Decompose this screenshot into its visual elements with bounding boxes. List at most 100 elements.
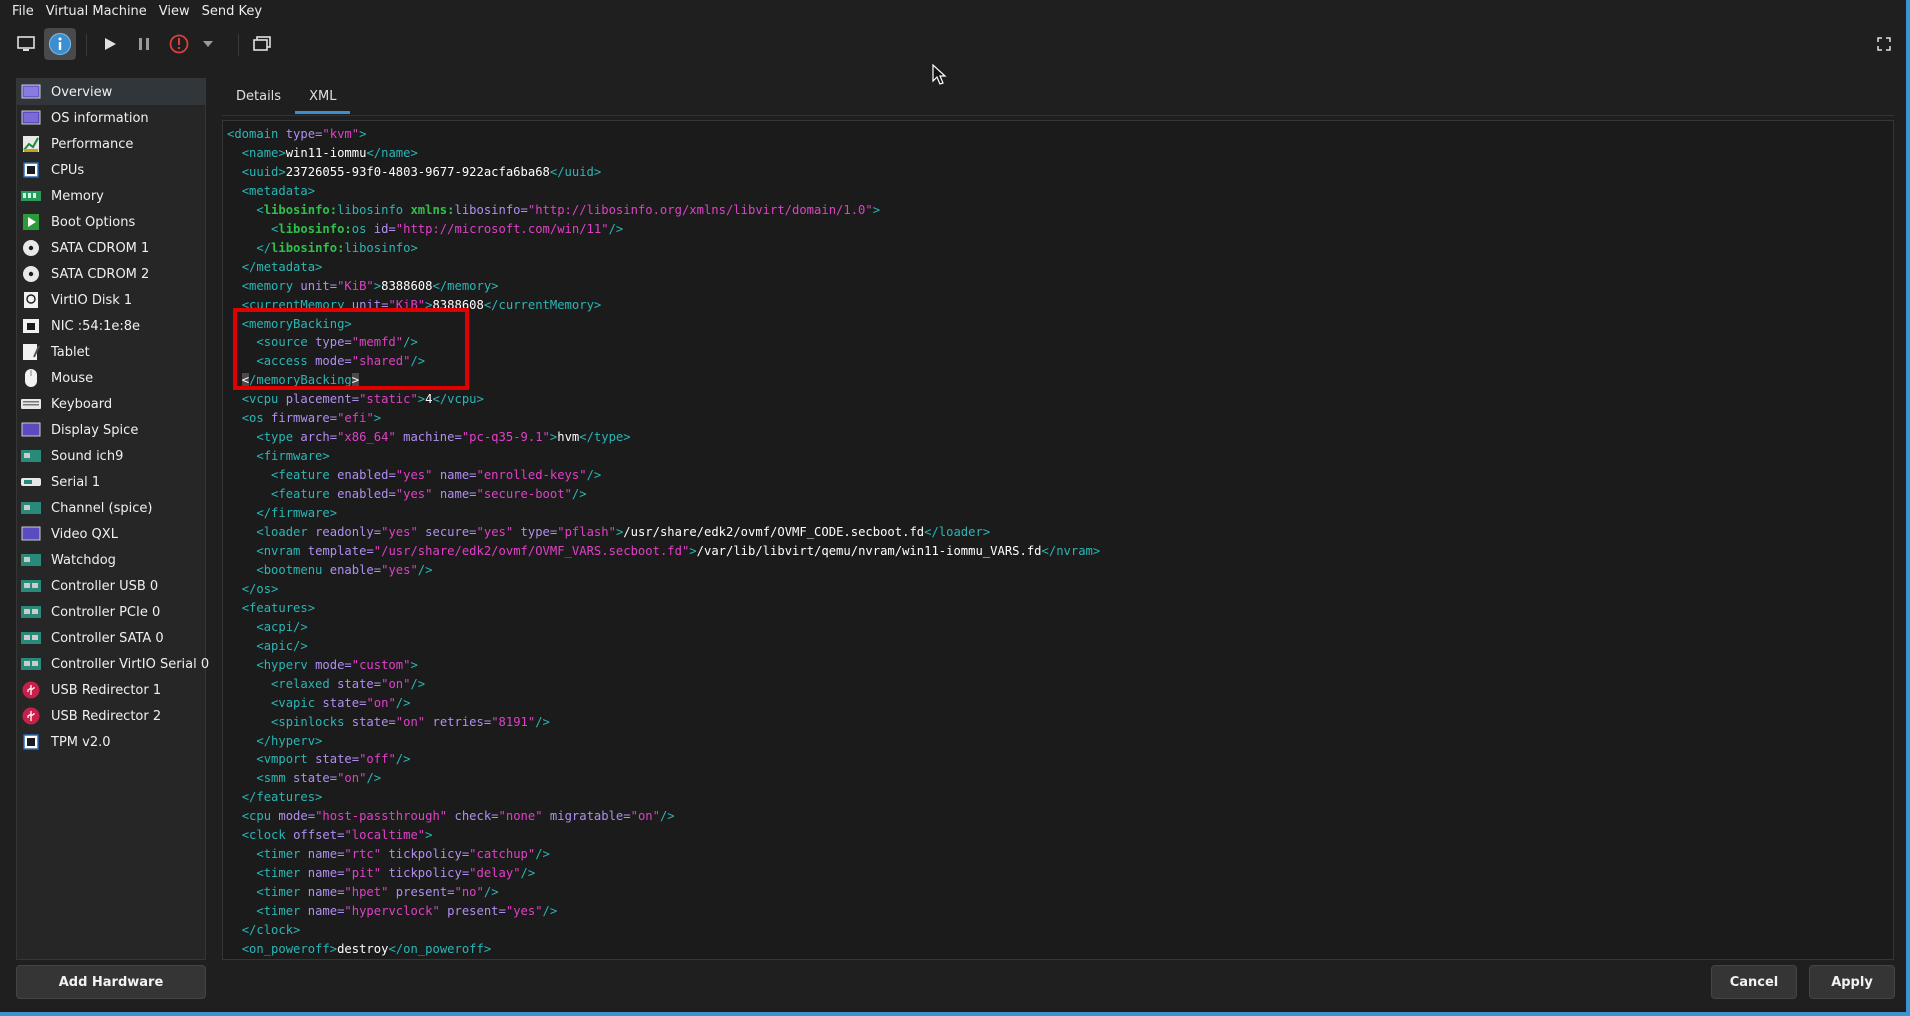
tablet-icon	[21, 342, 41, 362]
mouse-icon	[21, 368, 41, 388]
sidebar-item-label: Performance	[51, 136, 134, 152]
monitor-icon	[17, 36, 35, 51]
cpu-icon	[21, 160, 41, 180]
sidebar-item-label: SATA CDROM 1	[51, 240, 150, 256]
xml-line: <vcpu placement="static">4</vcpu>	[241, 392, 484, 407]
sidebar-item[interactable]: Memory	[17, 183, 205, 209]
sidebar-item-label: SATA CDROM 2	[51, 266, 150, 282]
sidebar-item[interactable]: Controller USB 0	[17, 573, 205, 599]
sidebar-item[interactable]: Tablet	[17, 339, 205, 365]
sidebar-item[interactable]: Video QXL	[17, 521, 205, 547]
sidebar-item-label: Tablet	[51, 344, 90, 360]
xml-editor[interactable]: <domain type="kvm"> <name>win11-iommu</n…	[222, 120, 1894, 960]
snapshots-button[interactable]	[246, 28, 278, 60]
xml-line: <timer name="rtc" tickpolicy="catchup"/>	[256, 847, 550, 862]
run-button[interactable]	[94, 28, 126, 60]
tab-details[interactable]: Details	[222, 84, 295, 114]
sidebar-item[interactable]: Boot Options	[17, 209, 205, 235]
sidebar-item[interactable]: USB Redirector 1	[17, 677, 205, 703]
xml-line: </hyperv>	[256, 733, 323, 748]
sidebar-item-label: USB Redirector 1	[51, 682, 162, 698]
pause-button[interactable]	[128, 28, 160, 60]
sidebar-item[interactable]: SATA CDROM 1	[17, 235, 205, 261]
xml-line: <memory unit="KiB">8388608</memory>	[241, 278, 499, 293]
controller-icon	[21, 654, 41, 674]
play-icon	[105, 38, 116, 50]
sidebar-item[interactable]: Overview	[17, 79, 205, 105]
add-hardware-button[interactable]: Add Hardware	[16, 965, 206, 999]
sidebar-item[interactable]: Sound ich9	[17, 443, 205, 469]
sidebar-item[interactable]: OS information	[17, 105, 205, 131]
sidebar-item-label: Boot Options	[51, 214, 136, 230]
apply-button[interactable]: Apply	[1809, 965, 1895, 999]
tab-xml[interactable]: XML	[295, 84, 351, 114]
menu-send-key[interactable]: Send Key	[196, 0, 268, 24]
sidebar-item[interactable]: Mouse	[17, 365, 205, 391]
menubar: File Virtual Machine View Send Key	[0, 0, 1906, 24]
cancel-button[interactable]: Cancel	[1711, 965, 1797, 999]
xml-line: <clock offset="localtime">	[241, 828, 433, 843]
menu-view[interactable]: View	[153, 0, 196, 24]
sidebar-item[interactable]: CPUs	[17, 157, 205, 183]
sidebar-item[interactable]: Controller SATA 0	[17, 625, 205, 651]
disk-icon	[21, 290, 41, 310]
sidebar-item[interactable]: Serial 1	[17, 469, 205, 495]
xml-line: </metadata>	[241, 259, 323, 274]
pause-icon	[139, 38, 149, 50]
xml-line: <firmware>	[256, 449, 330, 464]
xml-line: <metadata>	[241, 183, 316, 198]
tab-divider	[222, 115, 1894, 116]
details-view-button[interactable]	[44, 28, 76, 60]
xml-line: </firmware>	[256, 506, 338, 521]
xml-line: <nvram template="/usr/share/edk2/ovmf/OV…	[256, 543, 1101, 558]
fullscreen-button[interactable]	[1868, 28, 1900, 60]
xml-line: <feature enabled="yes" name="enrolled-ke…	[271, 468, 602, 483]
xml-line: <acpi/>	[256, 619, 308, 634]
menu-virtual-machine[interactable]: Virtual Machine	[40, 0, 153, 24]
sidebar-item[interactable]: Performance	[17, 131, 205, 157]
sidebar-item[interactable]: Keyboard	[17, 391, 205, 417]
sidebar-item-label: NIC :54:1e:8e	[51, 318, 140, 334]
sidebar-item[interactable]: Channel (spice)	[17, 495, 205, 521]
xml-line: <access mode="shared"/>	[256, 354, 426, 369]
sidebar-item[interactable]: Controller PCIe 0	[17, 599, 205, 625]
sidebar-item-label: Controller VirtIO Serial 0	[51, 656, 210, 672]
snapshot-icon	[253, 36, 271, 51]
xml-line: <bootmenu enable="yes"/>	[256, 562, 433, 577]
xml-line: <libosinfo:os id="http://microsoft.com/w…	[271, 221, 624, 236]
xml-line: <domain type="kvm">	[227, 127, 367, 141]
sidebar-item[interactable]: Display Spice	[17, 417, 205, 443]
sidebar-item-label: Channel (spice)	[51, 500, 153, 516]
sidebar-item-label: Overview	[51, 84, 113, 100]
channel-icon	[21, 498, 41, 518]
sidebar-item[interactable]: NIC :54:1e:8e	[17, 313, 205, 339]
sidebar-item-label: Keyboard	[51, 396, 113, 412]
info-icon	[49, 33, 71, 55]
xml-line: <cpu mode="host-passthrough" check="none…	[241, 809, 675, 824]
shutdown-button[interactable]	[163, 28, 195, 60]
sidebar-item[interactable]: SATA CDROM 2	[17, 261, 205, 287]
xml-text[interactable]: <domain type="kvm"> <name>win11-iommu</n…	[223, 121, 1893, 959]
sidebar-item[interactable]: Controller VirtIO Serial 0	[17, 651, 209, 677]
shutdown-menu-button[interactable]	[198, 28, 218, 60]
sidebar-item-label: USB Redirector 2	[51, 708, 162, 724]
fullscreen-icon	[1877, 37, 1891, 51]
sidebar-item-label: Controller SATA 0	[51, 630, 164, 646]
power-icon	[169, 34, 189, 54]
sidebar-item-label: Mouse	[51, 370, 94, 386]
sidebar-item[interactable]: Watchdog	[17, 547, 205, 573]
menu-file[interactable]: File	[0, 0, 40, 24]
sidebar-item[interactable]: TPM v2.0	[17, 729, 205, 755]
xml-line: <loader readonly="yes" secure="yes" type…	[256, 525, 991, 540]
memory-backing-highlight	[233, 308, 469, 390]
toolbar	[0, 26, 1906, 62]
usb-icon	[21, 706, 41, 726]
sidebar-item[interactable]: USB Redirector 2	[17, 703, 205, 729]
xml-line: <source type="memfd"/>	[256, 335, 418, 350]
sidebar-item[interactable]: VirtIO Disk 1	[17, 287, 205, 313]
console-view-button[interactable]	[10, 28, 42, 60]
xml-line: <uuid>23726055-93f0-4803-9677-922acfa6ba…	[241, 164, 602, 179]
sidebar-item-label: Video QXL	[51, 526, 118, 542]
xml-line: <type arch="x86_64" machine="pc-q35-9.1"…	[256, 430, 631, 445]
video-icon	[21, 524, 41, 544]
